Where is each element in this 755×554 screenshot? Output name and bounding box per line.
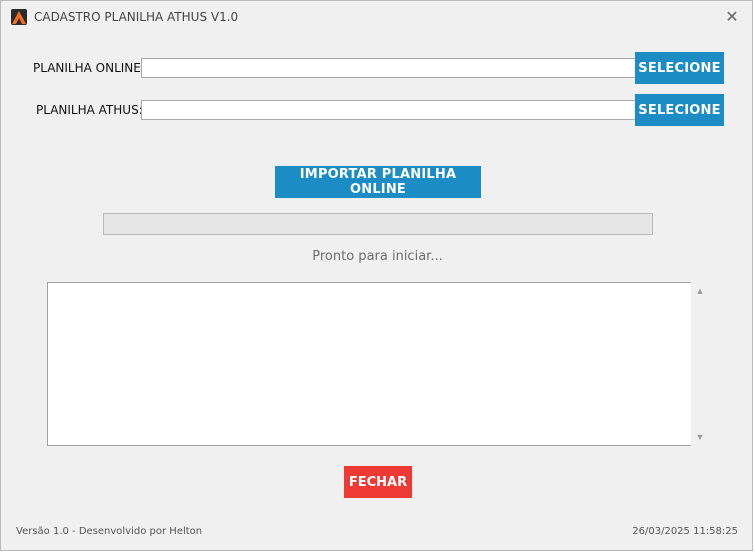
close-icon[interactable]: ✕ [712,1,752,33]
app-window: CADASTRO PLANILHA ATHUS V1.0 ✕ PLANILHA … [0,0,753,551]
planilha-online-label: PLANILHA ONLINE: [33,61,145,75]
planilha-athus-path-input[interactable] [141,100,636,120]
status-text: Pronto para iniciar... [312,249,443,264]
planilha-athus-label: PLANILHA ATHUS: [36,103,143,117]
spreadsheet-app-icon [11,9,27,25]
scroll-down-arrow-icon[interactable]: ▼ [691,430,709,444]
log-textarea[interactable] [47,282,691,446]
progress-bar [103,213,653,235]
select-online-button[interactable]: SELECIONE [635,52,724,84]
select-athus-button[interactable]: SELECIONE [635,94,724,126]
version-footer: Versão 1.0 - Desenvolvido por Helton [16,526,203,537]
close-button[interactable]: FECHAR [344,466,412,498]
import-online-button[interactable]: IMPORTAR PLANILHA ONLINE [275,166,481,198]
scroll-up-arrow-icon[interactable]: ▲ [691,284,709,298]
log-scrollbar[interactable]: ▲ ▼ [691,282,709,446]
window-title: CADASTRO PLANILHA ATHUS V1.0 [34,10,239,24]
planilha-online-path-input[interactable] [141,58,636,78]
datetime-footer: 26/03/2025 11:58:25 [632,526,738,537]
title-bar[interactable]: CADASTRO PLANILHA ATHUS V1.0 ✕ [1,1,752,33]
